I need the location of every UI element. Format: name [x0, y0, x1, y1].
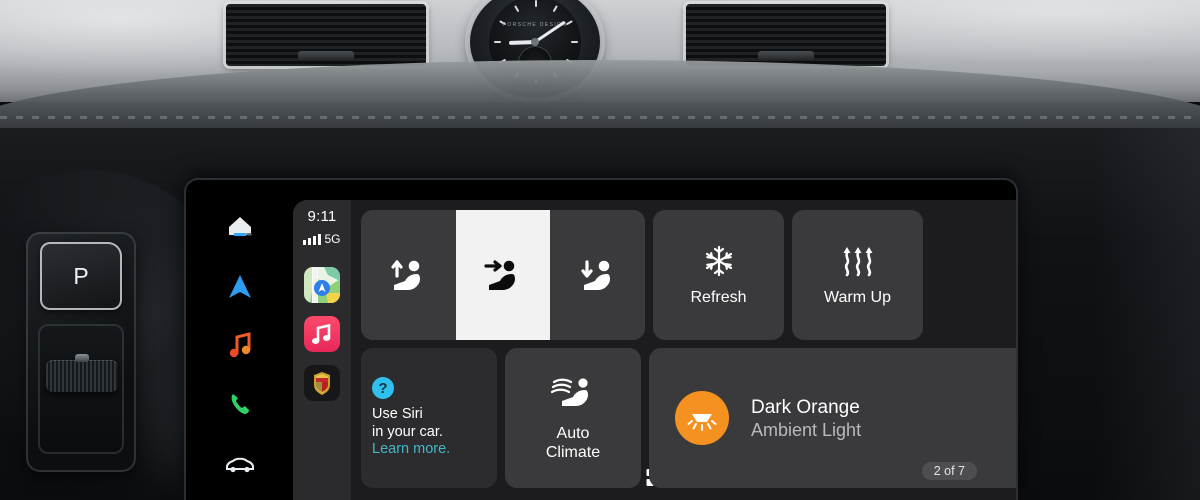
network-type-label: 5G [324, 232, 341, 246]
carplay-clock: 9:11 [307, 208, 337, 225]
carplay-dock [304, 267, 340, 401]
climate-bottom-row: ? Use Siri in your car. Learn more. Auto… [361, 348, 1016, 488]
ambient-light-title: Dark Orange [751, 396, 860, 418]
air-vent-right [686, 4, 886, 66]
carplay-content: Refresh Warm Up ? Use Siri in your car. … [351, 200, 1016, 500]
auto-climate-label-1: Auto [556, 425, 590, 442]
heat-waves-icon [843, 246, 872, 276]
apple-maps-icon[interactable] [304, 267, 340, 303]
ambient-light-tile[interactable]: Dark Orange Ambient Light 2 of 7 [649, 348, 1016, 488]
auto-climate-label-2: Climate [545, 444, 601, 461]
snowflake-icon [705, 245, 732, 276]
dashboard-stitching [0, 116, 1200, 119]
porsche-app-icon[interactable] [304, 365, 340, 401]
vent-adjuster-right[interactable] [758, 51, 814, 60]
vehicle-left-rail [186, 180, 293, 500]
airflow-body-button[interactable] [455, 210, 551, 340]
signal-strength-icon [303, 234, 322, 245]
airflow-face-button[interactable] [361, 210, 456, 340]
siri-learn-more-link[interactable]: Learn more. [372, 441, 486, 459]
right-interior-trim [1060, 128, 1200, 500]
navigation-icon[interactable] [223, 269, 257, 303]
refresh-tile-label: Refresh [690, 288, 747, 306]
carplay-panel: 9:11 5G Refresh Warm Up ? Use Siri in yo… [293, 200, 1016, 500]
park-button[interactable]: P [40, 242, 122, 310]
media-icon[interactable] [223, 328, 257, 362]
phone-icon[interactable] [223, 387, 257, 421]
car-icon[interactable] [223, 446, 257, 480]
siri-info-card[interactable]: ? Use Siri in your car. Learn more. [361, 348, 497, 488]
car-interior-screenshot: PORSCHE DESIGN P 9:11 5G Refresh Warm Up… [0, 0, 1200, 500]
carplay-sidebar: 9:11 5G [293, 200, 684, 500]
warm-up-tile-label: Warm Up [824, 288, 891, 306]
apple-music-icon[interactable] [304, 316, 340, 352]
airflow-feet-button[interactable] [550, 210, 645, 340]
shift-lever-knob[interactable] [46, 354, 118, 392]
shift-lever-well [38, 324, 124, 454]
air-vent-left [226, 4, 426, 66]
warm-up-tile[interactable]: Warm Up [792, 210, 923, 340]
auto-climate-icon [550, 378, 588, 406]
refresh-tile[interactable]: Refresh [653, 210, 784, 340]
ambient-light-subtitle: Ambient Light [751, 419, 862, 440]
siri-line-1: Use Siri [372, 406, 423, 423]
airflow-direction-control [361, 210, 645, 340]
shift-lever-nub [75, 354, 89, 362]
ambient-light-counter: 2 of 7 [921, 462, 977, 480]
siri-line-2: in your car. [372, 423, 443, 440]
park-button-label: P [73, 262, 89, 289]
auto-climate-tile[interactable]: Auto Climate [505, 348, 641, 488]
center-touchscreen[interactable]: 9:11 5G Refresh Warm Up ? Use Siri in yo… [186, 180, 1016, 500]
climate-top-row: Refresh Warm Up [361, 210, 1016, 340]
lamp-icon [675, 391, 729, 445]
clock-center-pin [531, 38, 539, 46]
question-mark-icon: ? [372, 377, 394, 400]
gear-selector-panel: P [26, 232, 136, 472]
home-icon[interactable] [223, 210, 257, 244]
vent-adjuster-left[interactable] [298, 51, 354, 60]
